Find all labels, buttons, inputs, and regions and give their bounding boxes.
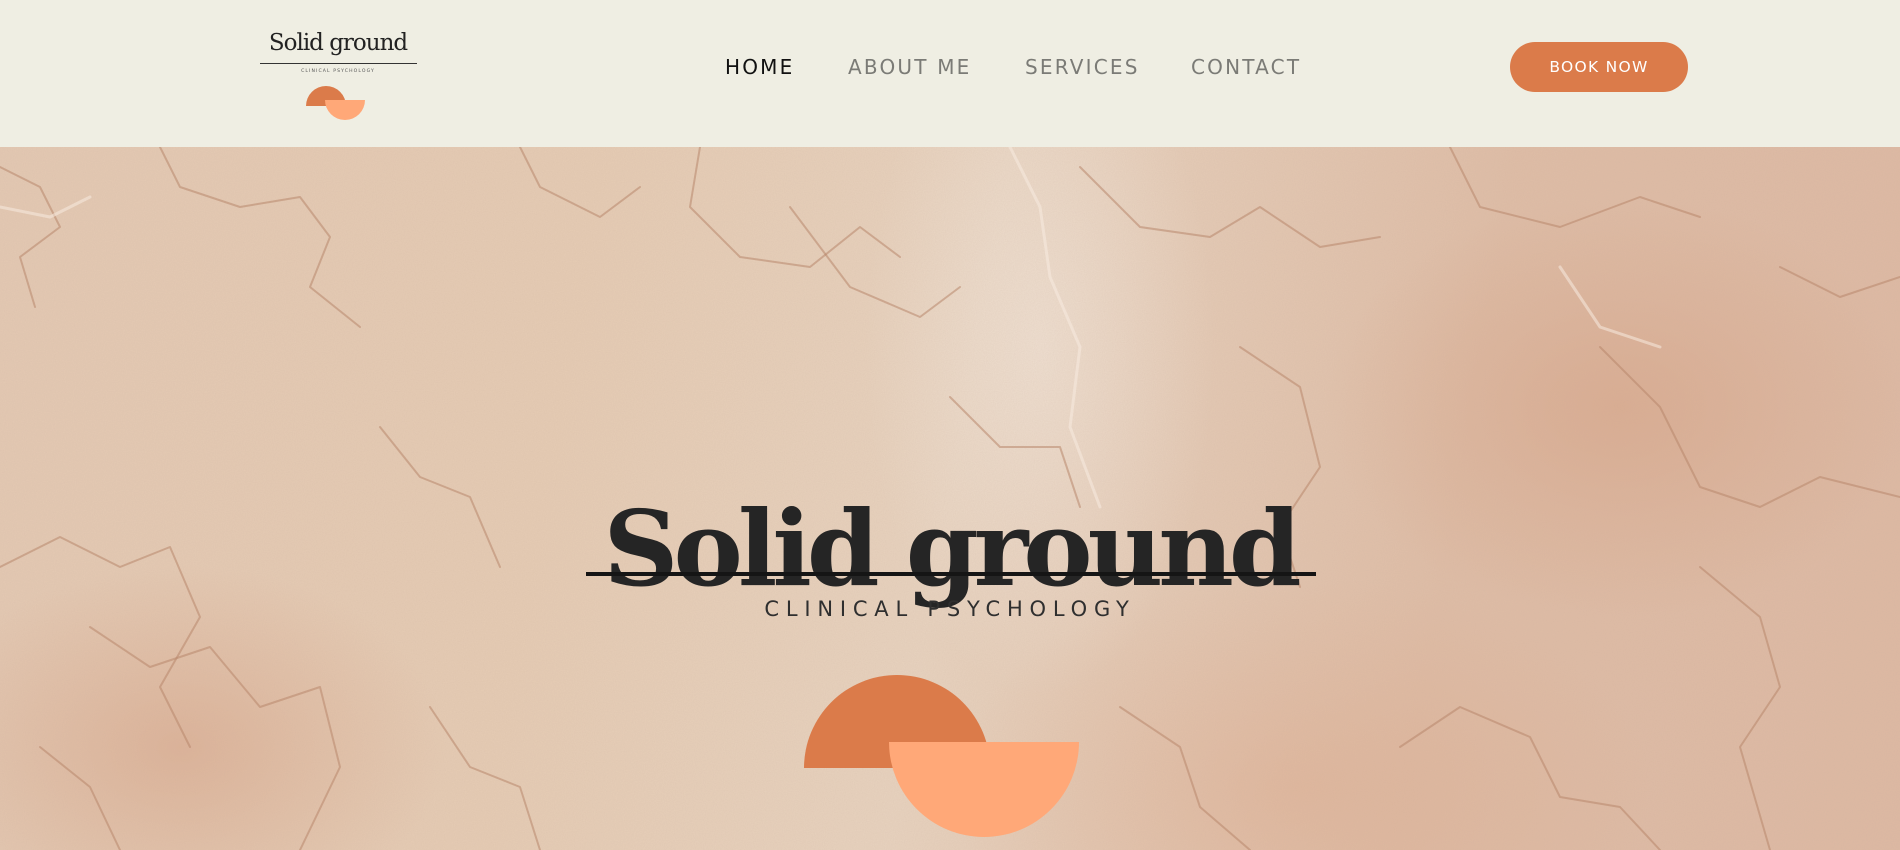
logo-tagline: CLINICAL PSYCHOLOGY xyxy=(301,69,375,74)
nav-services[interactable]: SERVICES xyxy=(1025,52,1140,82)
hero-title: Solid ground xyxy=(603,486,1301,610)
logo-wordmark: Solid ground xyxy=(268,30,408,56)
logo-divider xyxy=(260,63,417,64)
nav-contact[interactable]: CONTACT xyxy=(1191,52,1301,82)
logo[interactable]: Solid ground CLINICAL PSYCHOLOGY xyxy=(258,32,418,124)
logo-half-circles-icon xyxy=(306,86,365,120)
hero-subtitle: CLINICAL PSYCHOLOGY xyxy=(764,597,1136,621)
hero-section: Solid ground CLINICAL PSYCHOLOGY xyxy=(0,147,1900,850)
site-header: Solid ground CLINICAL PSYCHOLOGY HOME AB… xyxy=(0,0,1900,147)
hero-divider xyxy=(586,572,1316,576)
nav-home[interactable]: HOME xyxy=(725,52,794,82)
nav-about-me[interactable]: ABOUT ME xyxy=(848,52,972,82)
book-now-button[interactable]: BOOK NOW xyxy=(1510,42,1688,92)
half-circles-icon xyxy=(804,675,1079,837)
